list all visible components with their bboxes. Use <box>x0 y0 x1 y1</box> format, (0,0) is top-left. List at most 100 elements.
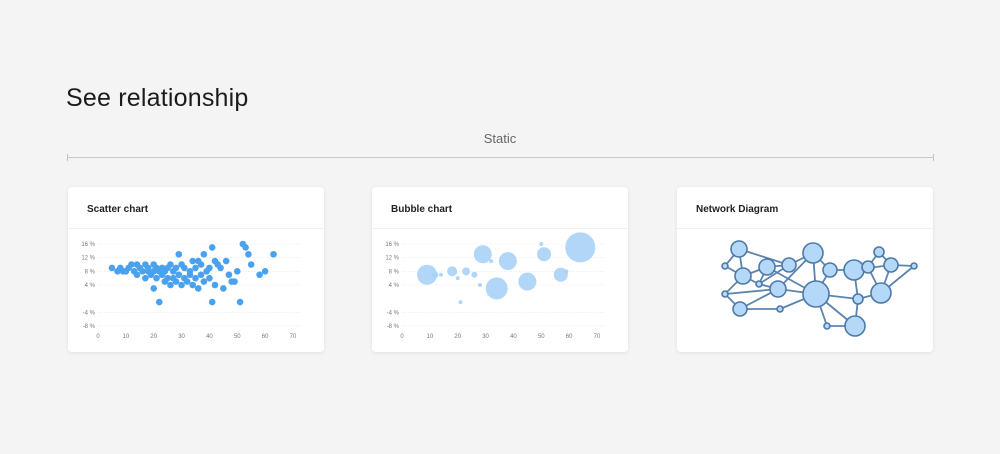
network-node <box>844 315 866 337</box>
network-node <box>769 280 787 298</box>
scatter-point <box>242 244 249 251</box>
network-node <box>823 322 831 330</box>
scatter-point <box>167 281 174 289</box>
scatter-point <box>233 268 241 275</box>
x-tick-label: 70 <box>594 334 601 340</box>
scatter-point <box>183 278 191 285</box>
y-tick-label: 8 % <box>85 269 96 275</box>
scatter-chart-card[interactable]: Scatter chart 16 % 12 % 8 % 4 % -4 % -8 % 0 10 2… <box>68 187 324 352</box>
scatter-point <box>225 271 233 279</box>
network-node <box>776 305 784 313</box>
y-tick-label: -8 % <box>83 324 96 330</box>
scatter-point <box>155 298 163 306</box>
x-tick-label: 10 <box>123 334 130 340</box>
x-tick-label: 0 <box>400 334 404 340</box>
scatter-point <box>175 271 183 279</box>
scatter-point <box>181 264 188 272</box>
scatter-point <box>217 264 224 272</box>
x-tick-label: 70 <box>290 334 297 340</box>
x-tick-label: 60 <box>262 334 269 340</box>
x-tick-label: 60 <box>566 334 573 340</box>
card-title-network: Network Diagram <box>696 204 779 215</box>
scatter-point <box>236 298 244 306</box>
section-label-static: Static <box>483 131 517 146</box>
x-tick-label: 40 <box>206 334 213 340</box>
y-tick-label: 16 % <box>81 242 95 248</box>
section-divider <box>67 154 934 161</box>
bubble <box>473 245 492 264</box>
bubble <box>439 272 443 277</box>
scatter-point <box>175 250 183 258</box>
x-tick-label: 30 <box>178 334 185 340</box>
scatter-point <box>178 281 185 289</box>
scatter-point <box>208 298 216 306</box>
scatter-point <box>256 271 263 279</box>
bubble-chart-card[interactable]: Bubble chart 16 % 12 % 8 % 4 % -4 % -8 % 0 10 20… <box>372 187 628 352</box>
y-tick-label: 4 % <box>85 283 96 289</box>
network-node <box>870 282 892 304</box>
scatter-point <box>108 264 116 272</box>
scatter-point <box>172 278 180 285</box>
bubble <box>471 271 478 278</box>
y-tick-label: 8 % <box>389 269 400 275</box>
x-tick-label: 20 <box>150 334 157 340</box>
x-tick-label: 50 <box>538 334 545 340</box>
bubble-chart: 16 % 12 % 8 % 4 % -4 % -8 %0 10 20 30 40 50 60 70 <box>385 232 605 340</box>
scatter-chart: 16 % 12 % 8 % 4 % -4 % -8 %0 10 20 30 40 50 60 70 <box>81 240 301 340</box>
network-node <box>758 258 776 276</box>
scatter-point <box>200 278 208 285</box>
scatter-point <box>189 281 197 289</box>
network-node <box>755 280 763 288</box>
scatter-point <box>167 261 174 268</box>
scatter-point <box>150 285 158 292</box>
scatter-point <box>261 268 269 275</box>
scatter-point <box>197 261 205 268</box>
card-title-bubble: Bubble chart <box>391 204 453 215</box>
scatter-point <box>270 250 277 258</box>
network-node <box>721 290 729 298</box>
scatter-point <box>194 285 202 292</box>
network-node <box>873 246 885 258</box>
x-tick-label: 30 <box>482 334 489 340</box>
network-diagram-card[interactable]: Network Diagram <box>677 187 933 352</box>
bubble <box>489 259 494 264</box>
y-tick-label: 16 % <box>385 242 399 248</box>
bubble <box>564 269 569 274</box>
network-node <box>781 257 797 273</box>
bubble <box>518 272 537 291</box>
card-title-scatter: Scatter chart <box>87 204 149 215</box>
bubble <box>432 271 439 278</box>
scatter-point <box>200 250 208 258</box>
scatter-point <box>192 274 199 282</box>
scatter-point <box>133 271 141 279</box>
x-tick-label: 20 <box>454 334 461 340</box>
bubble <box>565 232 596 263</box>
bubble <box>485 277 508 300</box>
network-node <box>732 301 748 317</box>
scatter-point <box>206 264 213 272</box>
scatter-point <box>245 250 252 258</box>
network-node <box>843 259 865 281</box>
scatter-point <box>153 274 160 282</box>
network-node <box>852 293 864 305</box>
scatter-point <box>197 271 205 279</box>
scatter-point <box>222 257 230 265</box>
network-node <box>822 262 838 278</box>
scatter-point <box>172 264 180 272</box>
y-tick-label: -4 % <box>83 310 96 316</box>
x-tick-label: 0 <box>96 334 100 340</box>
bubble <box>455 276 460 281</box>
scatter-point <box>186 271 194 279</box>
network-node <box>721 262 729 270</box>
scatter-point <box>247 261 255 268</box>
scatter-point <box>231 278 238 285</box>
y-tick-label: -4 % <box>387 310 400 316</box>
network-diagram <box>721 240 918 337</box>
network-node <box>802 242 824 264</box>
network-node <box>883 257 899 273</box>
network-node <box>734 267 752 285</box>
bubble <box>537 247 552 262</box>
network-node <box>802 280 830 308</box>
x-tick-label: 40 <box>510 334 517 340</box>
y-tick-label: -8 % <box>387 324 400 330</box>
